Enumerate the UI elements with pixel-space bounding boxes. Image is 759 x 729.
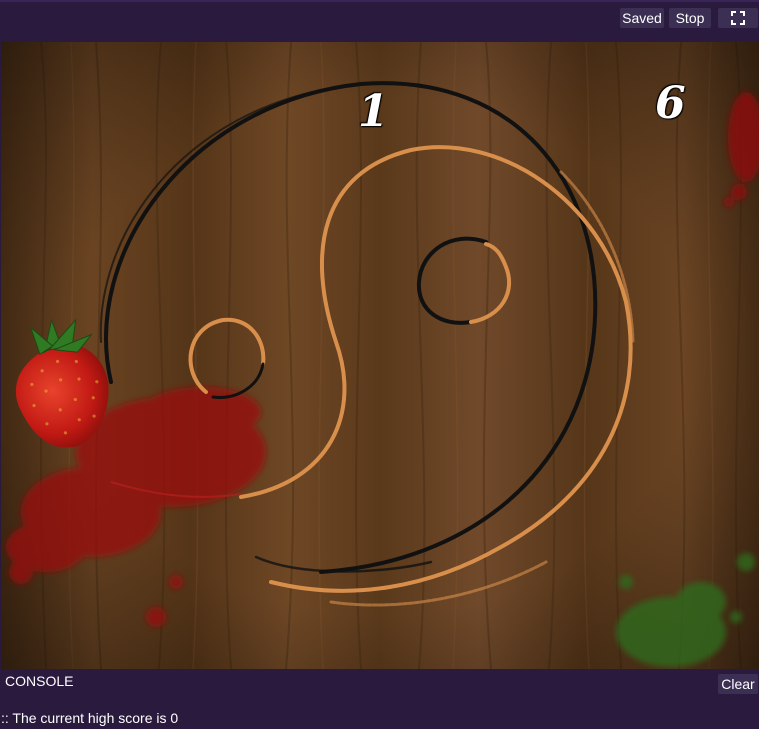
game-canvas[interactable]: 1 6 bbox=[1, 42, 759, 669]
console-header: CONSOLE Clear bbox=[0, 669, 759, 697]
fullscreen-icon bbox=[731, 11, 745, 25]
console-log: :: The current high score is 0 bbox=[0, 697, 759, 729]
score-left: 1 bbox=[358, 86, 389, 137]
top-toolbar: Saved Stop bbox=[0, 0, 759, 42]
console-line: :: The current high score is 0 bbox=[1, 710, 179, 726]
score-right: 6 bbox=[655, 78, 686, 129]
stop-button[interactable]: Stop bbox=[669, 8, 711, 28]
fullscreen-button[interactable] bbox=[718, 8, 758, 28]
saved-button[interactable]: Saved bbox=[620, 8, 664, 28]
clear-button[interactable]: Clear bbox=[718, 674, 758, 694]
console-title: CONSOLE bbox=[5, 673, 74, 689]
